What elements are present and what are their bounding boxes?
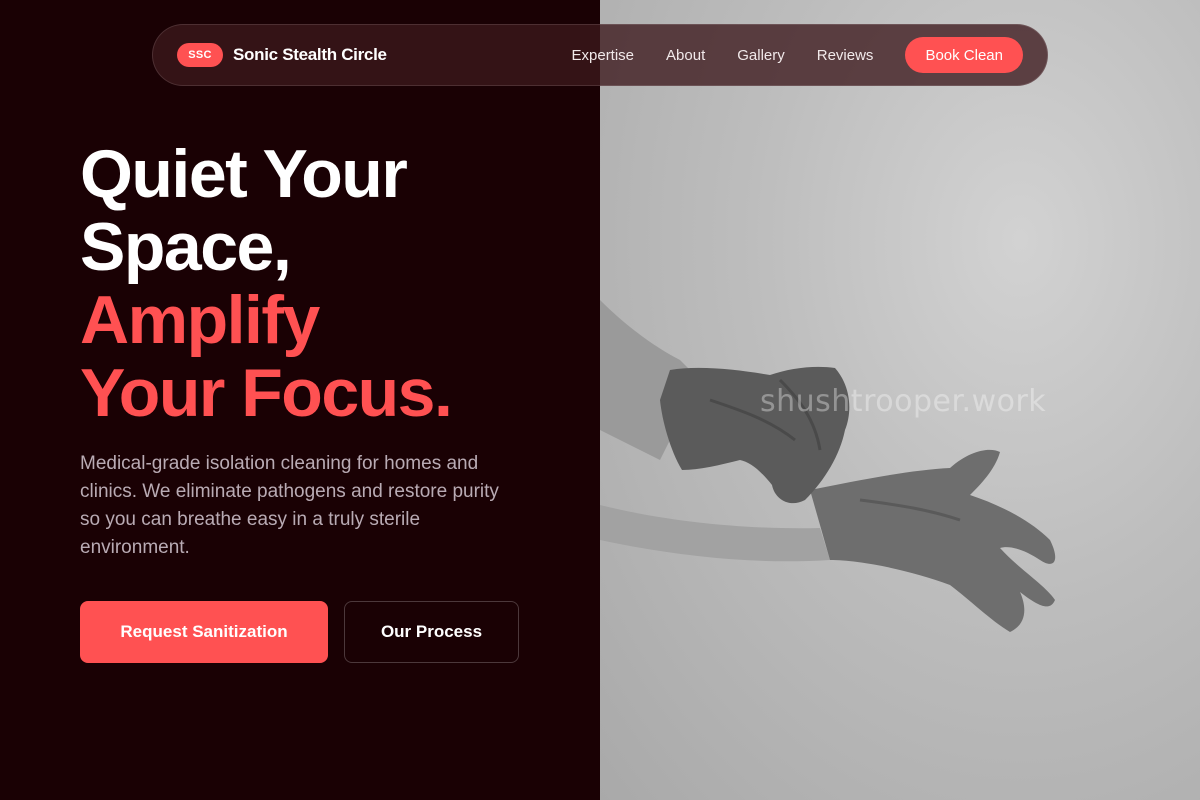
hero-description: Medical-grade isolation cleaning for hom… bbox=[80, 453, 499, 558]
our-process-button[interactable]: Our Process bbox=[344, 601, 519, 663]
brand-logo[interactable]: SSC Sonic Stealth Circle bbox=[177, 43, 387, 67]
top-navbar: SSC Sonic Stealth Circle Expertise About… bbox=[152, 24, 1048, 86]
nav-link-about[interactable]: About bbox=[666, 47, 705, 64]
hero-title-line-1: Quiet Your bbox=[80, 136, 408, 212]
nav-links: Expertise About Gallery Reviews Book Cle… bbox=[572, 37, 1023, 73]
nav-link-expertise[interactable]: Expertise bbox=[572, 47, 635, 64]
hero-image: shushtrooper.work bbox=[600, 0, 1200, 800]
book-clean-button[interactable]: Book Clean bbox=[905, 37, 1023, 73]
nav-link-reviews[interactable]: Reviews bbox=[817, 47, 874, 64]
hero-title-line-4: Your Focus. bbox=[80, 355, 453, 431]
nav-link-gallery[interactable]: Gallery bbox=[737, 47, 785, 64]
brand-name: Sonic Stealth Circle bbox=[233, 45, 387, 64]
hero-title-line-3: Amplify bbox=[80, 282, 320, 358]
brand-badge: SSC bbox=[177, 43, 223, 67]
request-sanitization-button[interactable]: Request Sanitization bbox=[80, 601, 328, 663]
hero-title: Quiet Your Space, Amplify Your Focus. bbox=[80, 138, 580, 430]
watermark-text: shushtrooper.work bbox=[760, 384, 1047, 419]
hero-title-line-2: Space, bbox=[80, 209, 292, 285]
